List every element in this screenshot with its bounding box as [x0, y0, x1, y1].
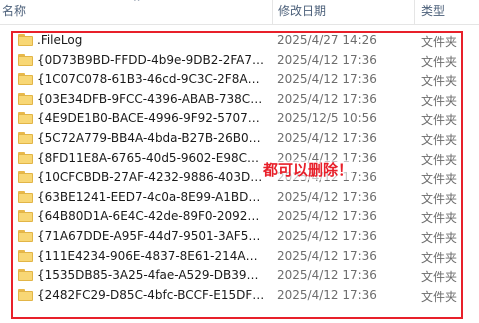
folder-icon: [18, 269, 33, 282]
file-type: 文件夹: [421, 231, 458, 245]
column-header-type[interactable]: 类型: [414, 0, 479, 24]
folder-icon: [18, 249, 33, 262]
file-row[interactable]: .FileLog 2025/4/27 14:26 文件夹: [0, 31, 479, 50]
file-row[interactable]: {0D73B9BD-FFDD-4b9e-9DB2-2FA70... 2025/4/…: [0, 51, 479, 70]
file-name: {111E4234-906E-4837-8E61-214A5FC...: [37, 248, 265, 263]
file-name: {63BE1241-EED7-4c0a-8E99-A1BDDC...: [37, 189, 265, 204]
file-modified-date: 2025/12/5 10:56: [277, 111, 377, 126]
folder-icon: [18, 288, 33, 301]
file-row[interactable]: {64B80D1A-6E4C-42de-89F0-20921C... 2025/4…: [0, 207, 479, 226]
file-name: {03E34DFB-9FCC-4396-ABAB-738CA8...: [37, 91, 265, 106]
column-header-date[interactable]: 修改日期: [272, 0, 418, 24]
column-header-date-label: 修改日期: [278, 4, 327, 18]
file-modified-date: 2025/4/12 17:36: [277, 52, 377, 67]
file-row[interactable]: {71A67DDE-A95F-44d7-9501-3AF567... 2025/4…: [0, 227, 479, 246]
file-name: {1C07C078-61B3-46cd-9C3C-2F8AEE...: [37, 72, 265, 87]
file-modified-date: 2025/4/12 17:36: [277, 91, 377, 106]
folder-icon: [18, 230, 33, 242]
file-type: 文件夹: [421, 93, 458, 108]
file-modified-date: 2025/4/12 17:36: [277, 72, 377, 87]
file-name: .FileLog: [37, 33, 83, 47]
file-modified-date: 2025/4/12 17:36: [277, 189, 377, 204]
file-type: 文件夹: [421, 270, 458, 285]
file-modified-date: 2025/4/12 17:36: [277, 229, 377, 243]
folder-icon: [18, 132, 33, 144]
file-type: 文件夹: [421, 172, 458, 187]
file-name: {5C72A779-BB4A-4bda-B27B-26B0D...: [37, 131, 265, 145]
file-name: {0D73B9BD-FFDD-4b9e-9DB2-2FA70...: [37, 52, 265, 67]
file-name: {71A67DDE-A95F-44d7-9501-3AF567...: [37, 229, 265, 243]
file-type: 文件夹: [421, 191, 458, 206]
file-type: 文件夹: [421, 211, 458, 226]
folder-icon: [18, 112, 33, 125]
file-row[interactable]: {5C72A779-BB4A-4bda-B27B-26B0D... 2025/4/…: [0, 129, 479, 148]
folder-icon: [18, 53, 33, 66]
file-row[interactable]: {1535DB85-3A25-4fae-A529-DB3905... 2025/4…: [0, 266, 479, 285]
file-type: 文件夹: [421, 289, 458, 304]
file-type: 文件夹: [421, 250, 458, 265]
folder-icon: [18, 73, 33, 86]
file-row[interactable]: {10CFCBDB-27AF-4232-9886-403D58...2025/4…: [0, 168, 479, 187]
file-row[interactable]: {2482FC29-D85C-4bfc-BCCF-E15DFE1... 2025/…: [0, 286, 479, 305]
file-row[interactable]: {4E9DE1B0-BACE-4996-9F92-570788... 2025/1…: [0, 109, 479, 128]
file-row[interactable]: {03E34DFB-9FCC-4396-ABAB-738CA8... 2025/4…: [0, 90, 479, 109]
folder-icon: [18, 190, 33, 203]
file-modified-date: 2025/4/12 17:36: [277, 268, 377, 283]
folder-icon: [18, 151, 33, 164]
annotation-text: 都可以删除！: [263, 160, 354, 180]
file-modified-date: 2025/4/27 14:26: [277, 33, 377, 47]
file-modified-date: 2025/4/12 17:36: [277, 248, 377, 263]
folder-icon: [18, 210, 33, 223]
file-type: 文件夹: [421, 35, 458, 49]
file-type: 文件夹: [421, 113, 458, 128]
file-name: {4E9DE1B0-BACE-4996-9F92-570788...: [37, 111, 265, 126]
file-modified-date: 2025/4/12 17:36: [277, 209, 377, 224]
file-modified-date: 2025/4/12 17:36: [277, 131, 377, 145]
file-modified-date: 2025/4/12 17:36: [277, 287, 377, 302]
file-name: {2482FC29-D85C-4bfc-BCCF-E15DFE1...: [37, 287, 265, 302]
file-type: 文件夹: [421, 74, 458, 89]
file-row[interactable]: {63BE1241-EED7-4c0a-8E99-A1BDDC... 2025/4…: [0, 188, 479, 207]
file-name: {8FD11E8A-6765-40d5-9602-E98C801...: [37, 150, 265, 165]
folder-icon: [18, 34, 33, 46]
column-header-name-label: 名称: [2, 4, 27, 18]
column-header-name[interactable]: 名称: [0, 0, 272, 24]
folder-icon: [18, 171, 33, 184]
file-type: 文件夹: [421, 54, 458, 69]
file-row[interactable]: {111E4234-906E-4837-8E61-214A5FC... 2025/…: [0, 247, 479, 266]
file-name: {1535DB85-3A25-4fae-A529-DB3905...: [37, 268, 265, 283]
file-type: 文件夹: [421, 133, 458, 147]
column-header-bar: ^ 名称 修改日期 类型: [0, 0, 479, 25]
column-header-type-label: 类型: [421, 4, 446, 18]
file-name: {10CFCBDB-27AF-4232-9886-403D58...: [37, 170, 265, 185]
file-row[interactable]: {1C07C078-61B3-46cd-9C3C-2F8AEE... 2025/4…: [0, 70, 479, 89]
file-name: {64B80D1A-6E4C-42de-89F0-20921C...: [37, 209, 265, 224]
file-row[interactable]: {8FD11E8A-6765-40d5-9602-E98C801... 2025/…: [0, 149, 479, 168]
folder-icon: [18, 92, 33, 105]
file-type: 文件夹: [421, 152, 458, 167]
